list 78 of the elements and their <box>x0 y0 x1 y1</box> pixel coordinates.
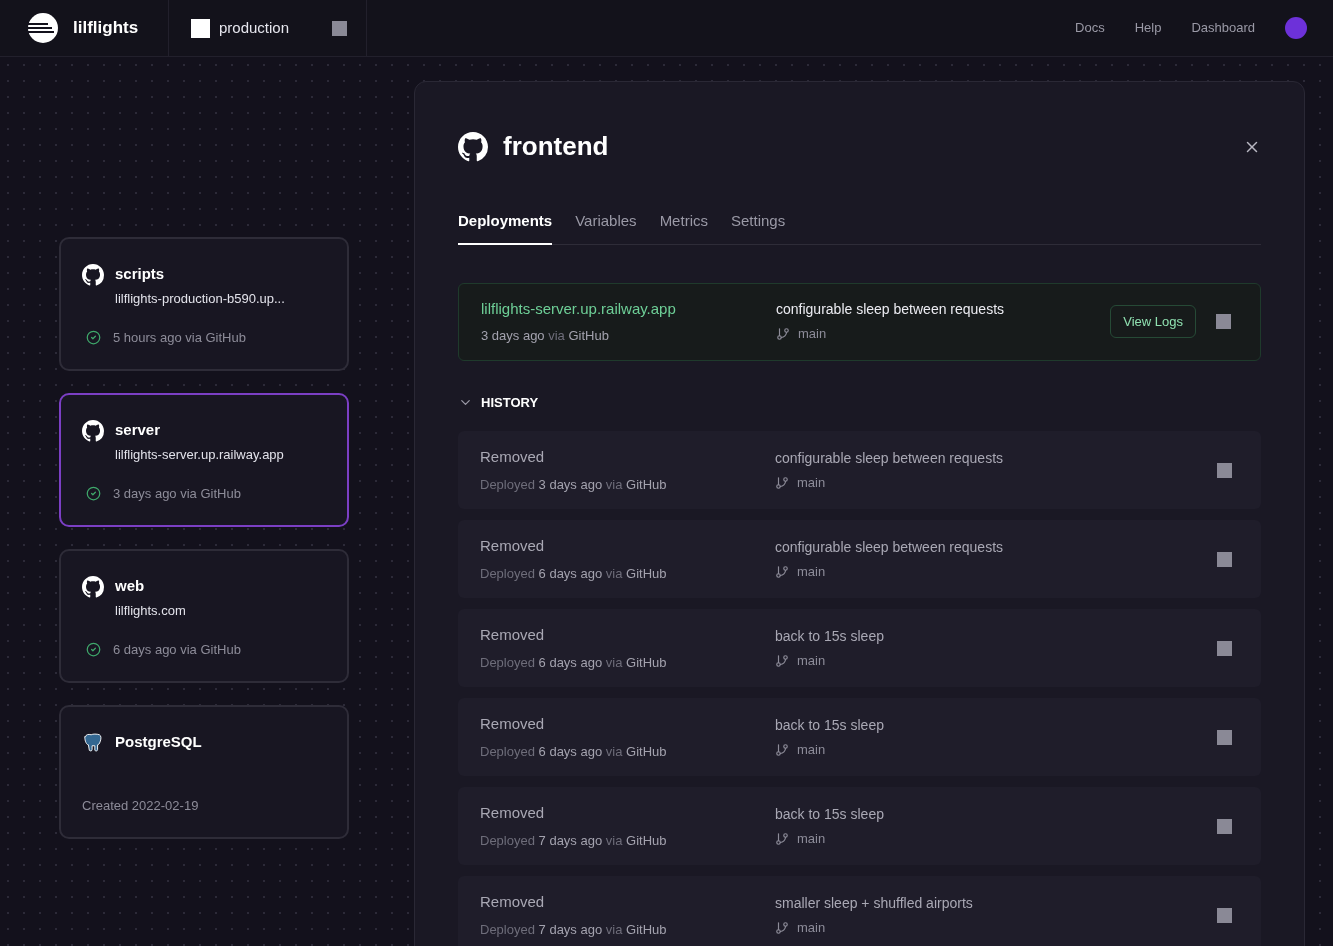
branch-icon <box>775 653 789 668</box>
service-name: web <box>115 576 146 596</box>
deploy-info: Deployed 7 days ago via GitHub <box>480 920 668 939</box>
history-row[interactable]: Removed Deployed 6 days ago via GitHub configurable sleep between requests main <box>458 520 1261 598</box>
service-status: Created 2022-02-19 <box>82 796 199 815</box>
environment-selector[interactable]: production <box>219 16 290 40</box>
service-url: lilflights-server.up.railway.app <box>115 445 284 464</box>
history-row[interactable]: Removed Deployed 7 days ago via GitHub smaller sleep + shuffled airports main <box>458 876 1261 946</box>
branch-name: main <box>797 473 826 492</box>
view-logs-button[interactable]: View Logs <box>1110 305 1196 338</box>
user-avatar[interactable] <box>1285 17 1307 39</box>
tab[interactable]: Metrics <box>659 210 708 245</box>
service-name: scripts <box>115 264 166 284</box>
service-status: 6 days ago via GitHub <box>113 640 241 659</box>
deploy-info: Deployed 3 days ago via GitHub <box>480 475 668 494</box>
check-icon <box>86 641 101 657</box>
elephant-icon <box>82 732 104 754</box>
service-name: PostgreSQL <box>115 732 202 752</box>
branch-icon <box>775 564 789 579</box>
service-status: 3 days ago via GitHub <box>113 484 241 503</box>
history-row[interactable]: Removed Deployed 6 days ago via GitHub back to 15s sleep main <box>458 698 1261 776</box>
branch-name: main <box>798 325 827 344</box>
brand-name: lilflights <box>73 17 139 40</box>
tab[interactable]: Variables <box>575 210 637 245</box>
service-url: lilflights.com <box>115 601 186 620</box>
deploy-info: Deployed 6 days ago via GitHub <box>480 564 668 583</box>
history-row[interactable]: Removed Deployed 6 days ago via GitHub back to 15s sleep main <box>458 609 1261 687</box>
service-card[interactable]: PostgreSQL Created 2022-02-19 <box>59 705 349 839</box>
github-icon <box>82 576 104 598</box>
deployment-url[interactable]: lilflights-server.up.railway.app <box>481 297 776 320</box>
commit-message: back to 15s sleep <box>775 715 885 735</box>
tab[interactable]: Settings <box>730 210 786 245</box>
branch-icon <box>776 327 790 341</box>
tab[interactable]: Deployments <box>458 210 553 245</box>
history-row[interactable]: Removed Deployed 3 days ago via GitHub configurable sleep between requests main <box>458 431 1261 509</box>
branch-name: main <box>797 918 826 937</box>
deployment-status: Removed <box>480 536 546 556</box>
deploy-info: Deployed 6 days ago via GitHub <box>480 742 668 761</box>
check-icon <box>86 485 101 501</box>
panel-title: frontend <box>503 130 609 163</box>
deployment-status: Removed <box>480 447 546 467</box>
logo-icon <box>28 13 58 43</box>
commit-message: configurable sleep between requests <box>775 537 1005 557</box>
service-url: lilflights-production-b590.up... <box>115 289 285 308</box>
commit-message: back to 15s sleep <box>775 626 885 646</box>
github-icon <box>82 420 104 442</box>
github-icon <box>82 264 104 286</box>
service-card[interactable]: web lilflights.com 6 days ago via GitHub <box>59 549 349 683</box>
deploy-info: 3 days ago via GitHub <box>481 327 610 345</box>
branch-name: main <box>797 562 826 581</box>
deployment-status: Removed <box>480 625 546 645</box>
commit-message: smaller sleep + shuffled airports <box>775 893 974 913</box>
branch-name: main <box>797 740 826 759</box>
nav-link[interactable]: Help <box>1134 18 1162 38</box>
commit-message: configurable sleep between requests <box>776 300 1006 320</box>
commit-message: configurable sleep between requests <box>775 448 1005 468</box>
branch-name: main <box>797 829 826 848</box>
service-card[interactable]: server lilflights-server.up.railway.app 3 days ago via GitHub <box>59 393 349 527</box>
service-card[interactable]: scripts lilflights-production-b590.up... 5 hours ago via GitHub <box>59 237 349 371</box>
history-toggle[interactable]: HISTORY <box>458 392 539 412</box>
history-row[interactable]: Removed Deployed 7 days ago via GitHub back to 15s sleep main <box>458 787 1261 865</box>
branch-name: main <box>797 651 826 670</box>
branch-icon <box>775 920 789 935</box>
check-icon <box>86 329 101 345</box>
nav-link[interactable]: Dashboard <box>1191 18 1255 38</box>
branch-icon <box>775 831 789 846</box>
deployment-status: Removed <box>480 714 546 734</box>
nav-link[interactable]: Docs <box>1075 18 1105 38</box>
branch-icon <box>775 475 789 490</box>
deploy-info: Deployed 6 days ago via GitHub <box>480 653 668 672</box>
branch-icon <box>775 742 789 757</box>
deployment-status: Removed <box>480 892 546 912</box>
service-status: 5 hours ago via GitHub <box>113 328 246 347</box>
service-name: server <box>115 420 162 440</box>
commit-message: back to 15s sleep <box>775 804 885 824</box>
deploy-info: Deployed 7 days ago via GitHub <box>480 831 668 850</box>
github-icon <box>458 131 488 162</box>
deployment-status: Removed <box>480 803 546 823</box>
